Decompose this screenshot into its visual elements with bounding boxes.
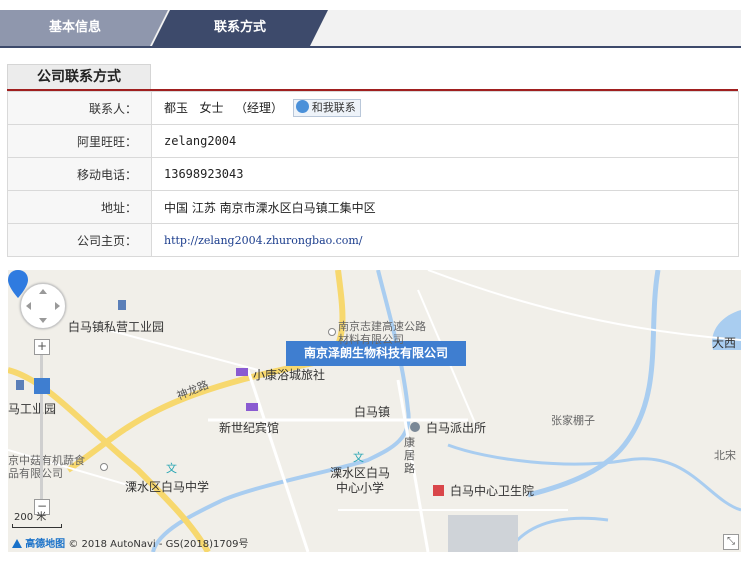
map-label: 新世纪宾馆 <box>219 421 280 435</box>
river <box>527 270 661 498</box>
wangwang-value: zelang2004 <box>151 124 739 158</box>
hotel-icon <box>236 368 248 376</box>
hospital-icon <box>433 485 444 496</box>
table-row: 公司主页： http://zelang2004.zhurongbao.com/ <box>7 223 739 257</box>
contact-salutation: 女士 <box>199 100 224 115</box>
building-icon <box>118 300 126 310</box>
map-label: 南京志建高速公路材料有限公司 <box>338 320 426 346</box>
scale-label: 200 米 <box>14 512 47 523</box>
zoom-slider-track[interactable] <box>40 353 43 503</box>
wangwang-label: 阿里旺旺： <box>7 124 152 158</box>
map-view[interactable]: 南京泽朗生物科技有限公司 白马镇私营工业园 南京志建高速公路材料有限公司 小康浴… <box>8 270 741 552</box>
chat-button-label: 和我联系 <box>311 101 356 115</box>
amap-logo-text: 高德地图 <box>25 539 66 550</box>
table-row: 联系人： 都玉 女士 （经理） 和我联系 <box>7 91 739 125</box>
expand-map-icon[interactable]: ⤡ <box>723 534 739 550</box>
map-label: 白马镇 <box>354 405 391 419</box>
building-icon <box>16 380 24 390</box>
map-label: 白马镇私营工业园 <box>68 320 165 334</box>
zoom-in-button[interactable]: + <box>34 339 50 355</box>
map-copyright: 高德地图 © 2018 AutoNavi - GS(2018)1709号 <box>12 535 248 550</box>
tab-basic-info[interactable]: 基本信息 <box>0 10 168 46</box>
tab-bar: 基本信息 联系方式 <box>0 10 741 46</box>
contact-person-label: 联系人： <box>7 91 152 125</box>
pan-right-icon[interactable] <box>55 302 60 310</box>
contact-name: 都玉 <box>164 100 189 115</box>
poi-dot-icon <box>100 463 108 471</box>
chat-button[interactable]: 和我联系 <box>292 99 361 118</box>
amap-logo-icon <box>12 539 22 548</box>
map-label: 白马派出所 <box>426 421 487 435</box>
copyright-text: © 2018 AutoNavi - GS(2018)1709号 <box>68 539 249 550</box>
map-label: 溧水区白马中学 <box>125 480 210 494</box>
map-label: 京中菇有机蔬食品有限公司 <box>8 454 85 480</box>
river <box>506 516 609 552</box>
address-label: 地址： <box>7 190 152 224</box>
zoom-slider-handle[interactable] <box>34 378 50 394</box>
map-label: 张家棚子 <box>551 414 595 427</box>
map-label: 小康浴城旅社 <box>253 368 326 382</box>
contact-title: （经理） <box>234 100 283 115</box>
map-label: 大西 <box>712 336 737 350</box>
address-value: 中国 江苏 南京市溧水区白马镇工集中区 <box>151 190 739 224</box>
map-label: 北宋 <box>714 449 736 462</box>
police-icon <box>410 422 420 432</box>
mobile-value: 13698923043 <box>151 157 739 191</box>
scale-bar <box>12 524 62 528</box>
building-block <box>448 515 518 552</box>
map-label: 白马中心卫生院 <box>450 484 535 498</box>
hotel-icon <box>246 403 258 411</box>
tab-underline <box>0 46 741 48</box>
section-title: 公司联系方式 <box>7 64 151 89</box>
table-row: 地址： 中国 江苏 南京市溧水区白马镇工集中区 <box>7 190 739 224</box>
contact-table: 联系人： 都玉 女士 （经理） 和我联系 阿里旺旺： zelang2004 移动… <box>7 91 739 257</box>
school-icon: 文 <box>166 462 177 475</box>
school-icon: 文 <box>353 451 364 464</box>
river <box>447 443 741 512</box>
pan-up-icon[interactable] <box>39 289 47 294</box>
table-row: 移动电话： 13698923043 <box>7 157 739 191</box>
pan-control[interactable] <box>20 283 66 329</box>
map-label: 马工业园 <box>8 402 57 416</box>
contact-person-value: 都玉 女士 （经理） 和我联系 <box>151 91 739 125</box>
chat-icon <box>295 100 309 114</box>
poi-dot-icon <box>328 328 336 336</box>
homepage-link[interactable]: http://zelang2004.zhurongbao.com/ <box>164 234 363 247</box>
road-label: 康居路 <box>404 436 415 475</box>
tab-contact[interactable]: 联系方式 <box>152 10 328 46</box>
homepage-label: 公司主页： <box>7 223 152 257</box>
mobile-label: 移动电话： <box>7 157 152 191</box>
pan-down-icon[interactable] <box>39 318 47 323</box>
map-label: 溧水区白马中心小学 <box>329 466 390 495</box>
pan-left-icon[interactable] <box>26 302 31 310</box>
table-row: 阿里旺旺： zelang2004 <box>7 124 739 158</box>
